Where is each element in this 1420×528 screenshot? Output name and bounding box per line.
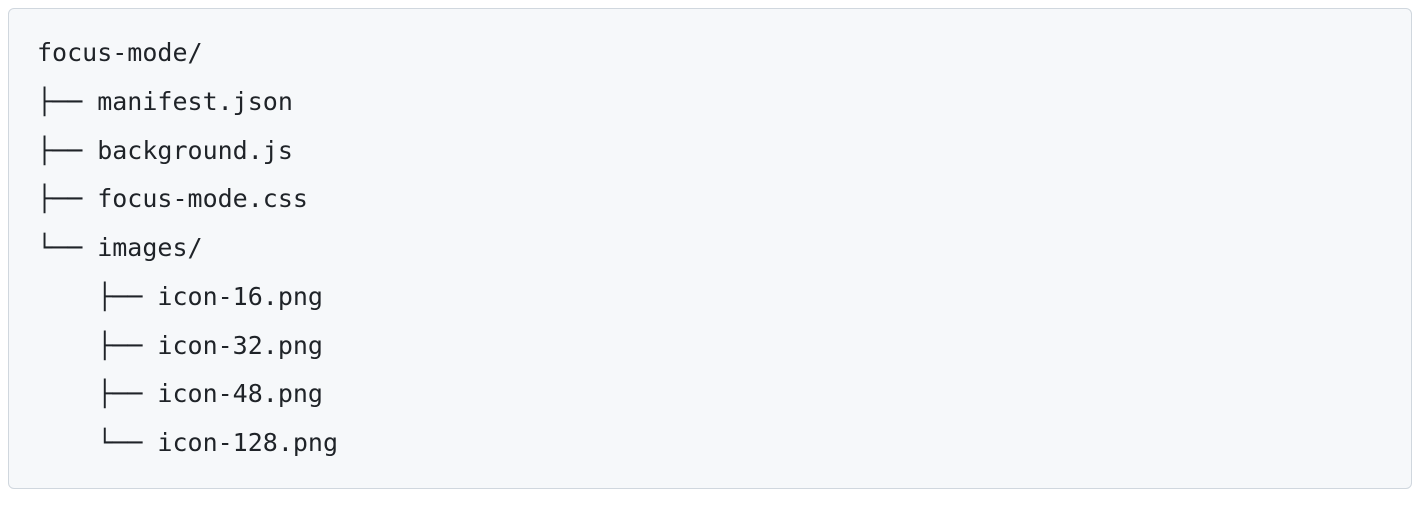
file-tree-code: focus-mode/ ├── manifest.json ├── backgr… <box>37 38 338 457</box>
tree-line: focus-mode/ <box>37 38 203 67</box>
tree-line: ├── icon-48.png <box>37 379 323 408</box>
tree-line: ├── focus-mode.css <box>37 184 308 213</box>
tree-line: ├── icon-16.png <box>37 282 323 311</box>
tree-line: ├── manifest.json <box>37 87 293 116</box>
tree-line: └── images/ <box>37 233 203 262</box>
tree-line: ├── icon-32.png <box>37 331 323 360</box>
file-tree-block: focus-mode/ ├── manifest.json ├── backgr… <box>8 8 1412 489</box>
tree-line: └── icon-128.png <box>37 428 338 457</box>
tree-line: ├── background.js <box>37 136 293 165</box>
